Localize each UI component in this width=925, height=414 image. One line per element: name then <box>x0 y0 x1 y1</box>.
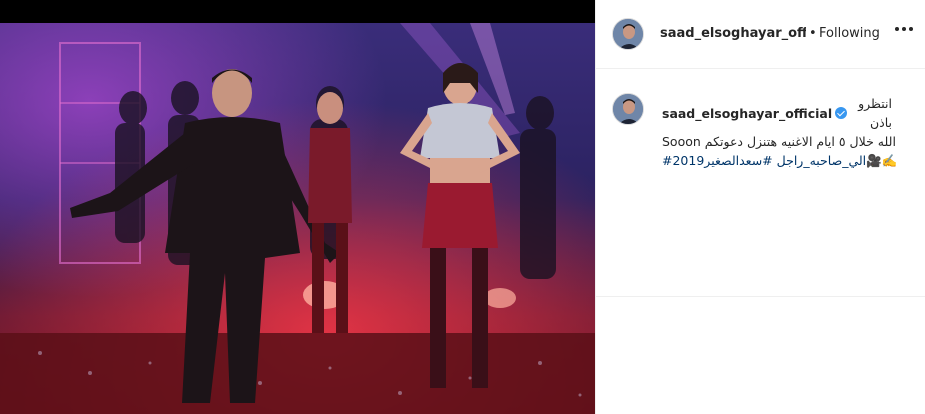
post-header: saad_elsoghayar_official • Following <box>596 0 925 69</box>
verified-badge-icon <box>835 106 848 119</box>
following-button[interactable]: Following <box>819 26 880 41</box>
post-image[interactable] <box>0 23 595 414</box>
author-avatar[interactable] <box>612 18 644 50</box>
caption-author-username[interactable]: saad_elsoghayar_official <box>662 106 832 121</box>
caption-hashtags[interactable]: #الي_صاحبه_راجل #سعدالصغير2019🎥✍️ <box>662 151 897 170</box>
stage-photo <box>0 23 595 414</box>
caption-line-1: انتظرو باذن <box>858 96 892 130</box>
author-username[interactable]: saad_elsoghayar_official <box>660 26 806 41</box>
comments-divider <box>596 296 925 297</box>
more-options-icon[interactable] <box>895 27 913 31</box>
caption-author-avatar[interactable] <box>612 93 644 125</box>
caption-line-2: Sooon الله خلال ٥ ايام الاغنيه هتنزل دعو… <box>662 134 896 149</box>
top-bar <box>0 0 595 23</box>
post-side-panel: saad_elsoghayar_official • Following saa… <box>595 0 925 414</box>
post-caption: saad_elsoghayar_official انتظرو باذن Soo… <box>662 94 897 170</box>
follow-separator: • <box>809 26 817 41</box>
